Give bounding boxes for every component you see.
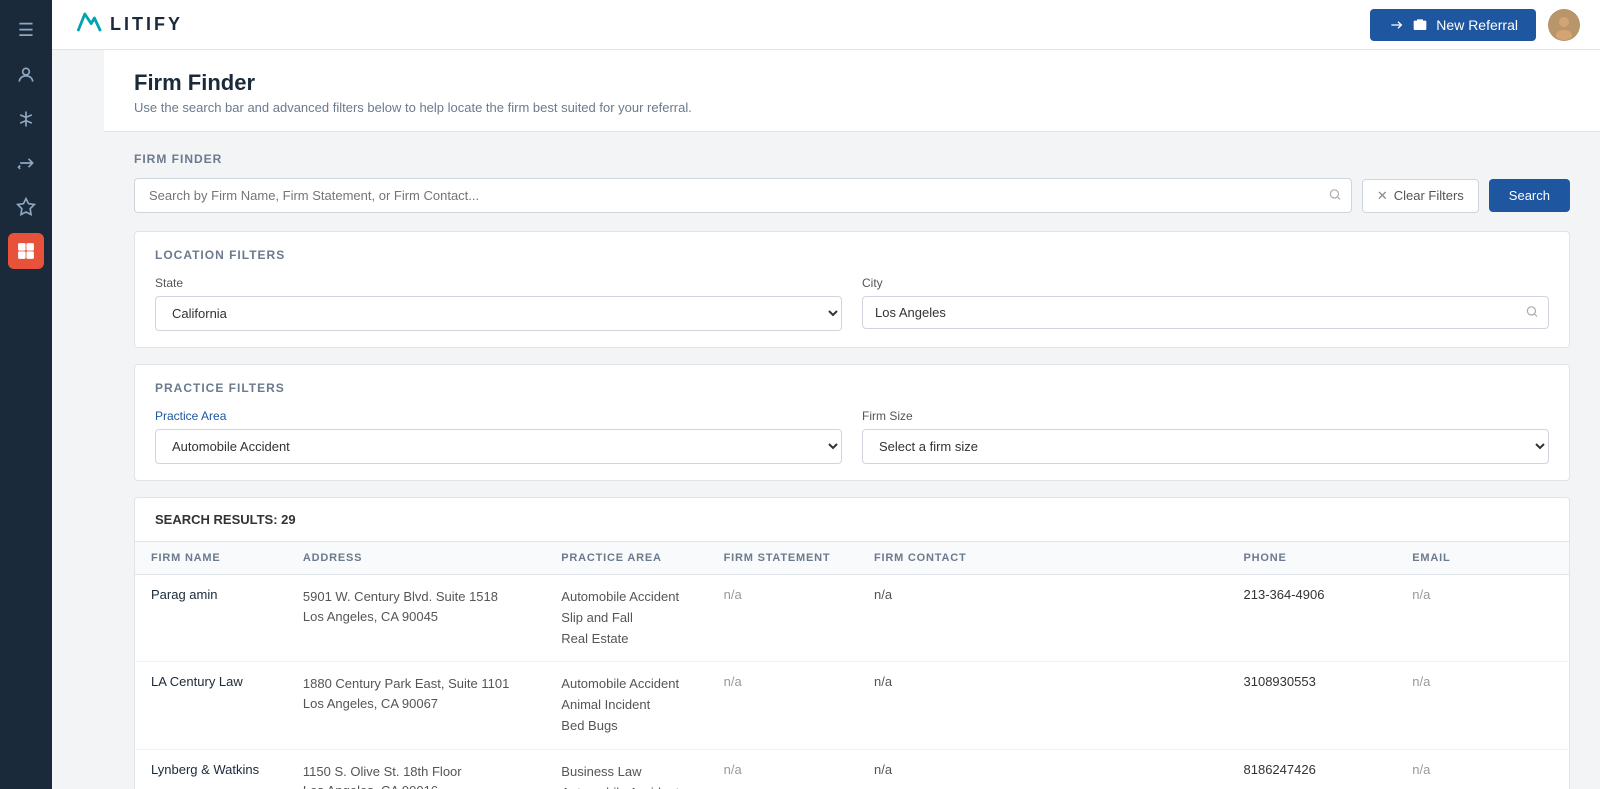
state-label: State [155,276,842,290]
results-header: SEARCH RESULTS: 29 [135,498,1569,542]
page-subtitle: Use the search bar and advanced filters … [134,100,1570,115]
sidebar-icon-active[interactable] [8,233,44,269]
location-filter-row: State California City [155,276,1549,331]
table-row[interactable]: Parag amin 5901 W. Century Blvd. Suite 1… [135,575,1569,662]
search-row: ✕ Clear Filters Search [134,178,1570,213]
sidebar-icon-person[interactable] [8,57,44,93]
cell-phone: 3108930553 [1228,662,1397,749]
cell-phone: 213-364-4906 [1228,575,1397,662]
col-firm-statement: FIRM STATEMENT [708,542,858,575]
results-section: SEARCH RESULTS: 29 FIRM NAME ADDRESS PRA… [134,497,1570,789]
new-referral-label: New Referral [1436,17,1518,33]
practice-filters: PRACTICE FILTERS Practice Area Automobil… [134,364,1570,481]
new-referral-button[interactable]: New Referral [1370,9,1536,41]
page-title: Firm Finder [134,70,1570,96]
firm-size-label: Firm Size [862,409,1549,423]
search-input-wrap [134,178,1352,213]
cell-firm-name: LA Century Law [135,662,287,749]
search-button-label: Search [1509,188,1550,203]
practice-filter-row: Practice Area Automobile Accident Firm S… [155,409,1549,464]
cell-address: 5901 W. Century Blvd. Suite 1518Los Ange… [287,575,545,662]
table-body: Parag amin 5901 W. Century Blvd. Suite 1… [135,575,1569,789]
content-area: FIRM FINDER ✕ Clear Filters Search [104,132,1600,789]
cell-address: 1150 S. Olive St. 18th FloorLos Angeles,… [287,749,545,789]
col-email: EMAIL [1396,542,1569,575]
practice-area-group: Practice Area Automobile Accident [155,409,842,464]
city-filter-group: City [862,276,1549,331]
table-header: FIRM NAME ADDRESS PRACTICE AREA FIRM STA… [135,542,1569,575]
clear-filters-button[interactable]: ✕ Clear Filters [1362,179,1479,213]
logo: LITIFY [72,6,183,44]
cell-practice-area: Business LawAutomobile AccidentConstruct… [545,749,707,789]
practice-area-label: Practice Area [155,409,842,423]
cell-firm-statement: n/a [708,749,858,789]
clear-filters-label: Clear Filters [1394,188,1464,203]
col-firm-contact: FIRM CONTACT [858,542,1228,575]
location-filters: LOCATION FILTERS State California City [134,231,1570,348]
sidebar-icon-referral[interactable] [8,145,44,181]
sidebar-icon-scale[interactable] [8,101,44,137]
search-input[interactable] [134,178,1352,213]
results-table: FIRM NAME ADDRESS PRACTICE AREA FIRM STA… [135,542,1569,789]
practice-filters-title: PRACTICE FILTERS [155,381,1549,395]
sidebar-icon-star[interactable] [8,189,44,225]
logo-icon [72,6,104,44]
cell-practice-area: Automobile AccidentSlip and FallReal Est… [545,575,707,662]
menu-icon[interactable]: ☰ [10,12,42,49]
topnav-right: New Referral [1370,9,1580,41]
page-header: Firm Finder Use the search bar and advan… [104,50,1600,132]
col-address: ADDRESS [287,542,545,575]
state-filter-group: State California [155,276,842,331]
cell-firm-statement: n/a [708,662,858,749]
col-phone: PHONE [1228,542,1397,575]
col-firm-name: FIRM NAME [135,542,287,575]
city-input[interactable] [862,296,1549,329]
main-content: Firm Finder Use the search bar and advan… [104,50,1600,789]
cell-firm-contact: n/a [858,662,1228,749]
table-row[interactable]: Lynberg & Watkins 1150 S. Olive St. 18th… [135,749,1569,789]
logo-text: LITIFY [110,14,183,35]
cell-firm-contact: n/a [858,749,1228,789]
location-filters-title: LOCATION FILTERS [155,248,1549,262]
table-header-row: FIRM NAME ADDRESS PRACTICE AREA FIRM STA… [135,542,1569,575]
cell-address: 1880 Century Park East, Suite 1101Los An… [287,662,545,749]
col-practice-area: PRACTICE AREA [545,542,707,575]
avatar[interactable] [1548,9,1580,41]
topnav: LITIFY New Referral [52,0,1600,50]
cell-phone: 8186247426 [1228,749,1397,789]
city-label: City [862,276,1549,290]
firm-size-group: Firm Size Select a firm size [862,409,1549,464]
city-search-icon [1525,304,1539,321]
city-input-wrap [862,296,1549,329]
search-button[interactable]: Search [1489,179,1570,212]
cell-email: n/a [1396,662,1569,749]
firm-size-select[interactable]: Select a firm size [862,429,1549,464]
sidebar: ☰ [0,0,52,789]
results-count: SEARCH RESULTS: 29 [155,512,296,527]
x-icon: ✕ [1377,188,1388,204]
table-row[interactable]: LA Century Law 1880 Century Park East, S… [135,662,1569,749]
search-icon [1328,187,1342,204]
firm-finder-label: FIRM FINDER [134,152,1570,166]
cell-firm-name: Lynberg & Watkins [135,749,287,789]
cell-firm-name: Parag amin [135,575,287,662]
cell-email: n/a [1396,575,1569,662]
state-select[interactable]: California [155,296,842,331]
cell-firm-contact: n/a [858,575,1228,662]
cell-email: n/a [1396,749,1569,789]
cell-firm-statement: n/a [708,575,858,662]
practice-area-select[interactable]: Automobile Accident [155,429,842,464]
cell-practice-area: Automobile AccidentAnimal IncidentBed Bu… [545,662,707,749]
